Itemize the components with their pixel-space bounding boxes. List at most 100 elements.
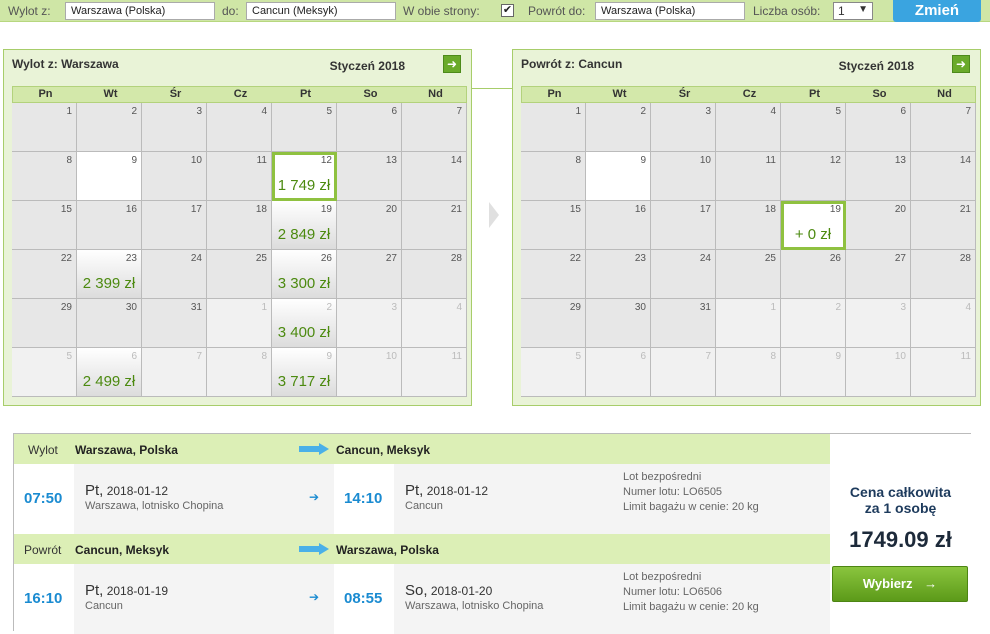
calendar-day: 9 <box>586 152 651 201</box>
roundtrip-label: W obie strony: <box>403 4 480 18</box>
arrival-time: 08:55 <box>344 590 383 607</box>
day-number: 10 <box>385 351 397 362</box>
calendar-day[interactable]: 9 3 717 zł <box>272 348 337 397</box>
departure-date: Pt, 2018-01-12 <box>85 482 169 499</box>
calendar-day: 3 <box>337 299 402 348</box>
calendar-day: 11 <box>716 152 781 201</box>
day-number: 3 <box>391 302 397 313</box>
calendar-day[interactable]: 19 + 0 zł <box>781 201 846 250</box>
calendar-day: 22 <box>12 250 77 299</box>
day-number: 6 <box>131 351 137 362</box>
calendar-day: 29 <box>12 299 77 348</box>
weekday-label: Śr <box>169 88 182 100</box>
day-number: 2 <box>131 106 137 117</box>
day-number: 3 <box>705 106 711 117</box>
calendar-day: 4 <box>402 299 467 348</box>
calendar-day: 1 <box>12 103 77 152</box>
next-month-icon[interactable]: ➜ <box>443 55 461 73</box>
total-price-label: Cena całkowita za 1 osobę <box>849 484 952 516</box>
return-segment-details: 16:10 Pt, 2018-01-19 Cancun ➔ 08:55 So, … <box>14 564 830 634</box>
calendar-day[interactable]: 23 2 399 zł <box>77 250 142 299</box>
day-number: 16 <box>634 204 646 215</box>
outbound-calendar: Wylot z: Warszawa Styczeń 2018 ➜ Pn Wt Śr C… <box>3 49 472 406</box>
day-number: 25 <box>255 253 267 264</box>
day-number: 11 <box>451 351 462 362</box>
day-number: 27 <box>385 253 397 264</box>
day-price: 3 400 zł <box>277 324 331 341</box>
persons-label: Liczba osób: <box>753 4 821 18</box>
day-number: 10 <box>894 351 906 362</box>
from-input[interactable]: Warszawa (Polska) <box>65 2 215 20</box>
small-arrow-icon: ➔ <box>309 490 320 504</box>
day-number: 2 <box>326 302 332 313</box>
weekday-label: Pt <box>809 88 820 100</box>
arrival-date: Pt, 2018-01-12 <box>405 482 489 499</box>
roundtrip-checkbox[interactable]: ✔ <box>501 4 514 17</box>
calendar-day: 6 <box>586 348 651 397</box>
calendar-day[interactable]: 19 2 849 zł <box>272 201 337 250</box>
calendar-day: 15 <box>521 201 586 250</box>
day-number: 7 <box>196 351 202 362</box>
calendar-day: 1 <box>207 299 272 348</box>
day-number: 9 <box>835 351 841 362</box>
calendar-day: 20 <box>337 201 402 250</box>
choose-button[interactable]: Wybierz → <box>832 566 968 602</box>
return-label: Powrót do: <box>528 4 586 18</box>
flight-info: Lot bezpośredni Numer lotu: LO6506 Limit… <box>623 571 759 613</box>
calendar-day: 3 <box>846 299 911 348</box>
calendar-day: 10 <box>846 348 911 397</box>
day-price: 3 717 zł <box>277 373 331 390</box>
calendar-day: 6 <box>846 103 911 152</box>
day-number: 11 <box>256 155 267 166</box>
return-days: 1 2 3 4 5 6 7 8 9 10 11 12 13 14 15 16 17 18 19 + 0 zł 20 21 2… <box>521 103 976 397</box>
calendar-day[interactable]: 12 1 749 zł <box>272 152 337 201</box>
calendar-day: 7 <box>911 103 976 152</box>
day-number: 26 <box>829 253 841 264</box>
day-number: 24 <box>190 253 202 264</box>
return-input[interactable]: Warszawa (Polska) <box>595 2 745 20</box>
day-number: 18 <box>255 204 267 215</box>
calendar-day: 26 <box>781 250 846 299</box>
day-price: 2 849 zł <box>277 226 331 243</box>
calendar-day: 8 <box>12 152 77 201</box>
weekday-label: Nd <box>428 88 443 100</box>
return-month: Styczeń 2018 <box>838 59 914 73</box>
calendar-day: 13 <box>846 152 911 201</box>
day-number: 24 <box>699 253 711 264</box>
day-number: 14 <box>959 155 971 166</box>
weekday-label: Cz <box>233 88 248 100</box>
outbound-segment-details: 07:50 Pt, 2018-01-12 Warszawa, lotnisko … <box>14 464 830 534</box>
day-number: 9 <box>131 155 137 166</box>
segment-from: Warszawa, Polska <box>75 443 178 457</box>
weekday-label: So <box>363 88 378 100</box>
calendar-day[interactable]: 2 3 400 zł <box>272 299 337 348</box>
calendar-day: 21 <box>911 201 976 250</box>
flight-info: Lot bezpośredni Numer lotu: LO6505 Limit… <box>623 471 759 513</box>
weekday-label: Nd <box>937 88 952 100</box>
segment-kind: Wylot <box>28 443 58 457</box>
calendar-day: 7 <box>651 348 716 397</box>
persons-select[interactable]: 1 ▼ <box>833 2 873 20</box>
calendar-day: 14 <box>402 152 467 201</box>
calendar-day: 25 <box>716 250 781 299</box>
calendar-day: 25 <box>207 250 272 299</box>
change-button[interactable]: Zmień <box>893 0 981 22</box>
day-number: 11 <box>960 351 971 362</box>
day-number: 4 <box>261 106 267 117</box>
calendar-day[interactable]: 6 2 499 zł <box>77 348 142 397</box>
day-number: 29 <box>60 302 72 313</box>
weekday-label: Cz <box>742 88 757 100</box>
calendar-day: 15 <box>12 201 77 250</box>
departure-time: 07:50 <box>24 490 63 507</box>
day-number: 30 <box>634 302 646 313</box>
weekday-header: Pn Wt Śr Cz Pt So Nd <box>521 86 976 103</box>
next-month-icon[interactable]: ➜ <box>952 55 970 73</box>
calendar-day: 8 <box>207 348 272 397</box>
calendar-day[interactable]: 26 3 300 zł <box>272 250 337 299</box>
day-price: 2 499 zł <box>82 373 136 390</box>
departure-date: Pt, 2018-01-19 <box>85 582 169 599</box>
day-number: 31 <box>699 302 711 313</box>
calendar-day: 3 <box>651 103 716 152</box>
calendar-day: 9 <box>781 348 846 397</box>
to-input[interactable]: Cancun (Meksyk) <box>246 2 396 20</box>
